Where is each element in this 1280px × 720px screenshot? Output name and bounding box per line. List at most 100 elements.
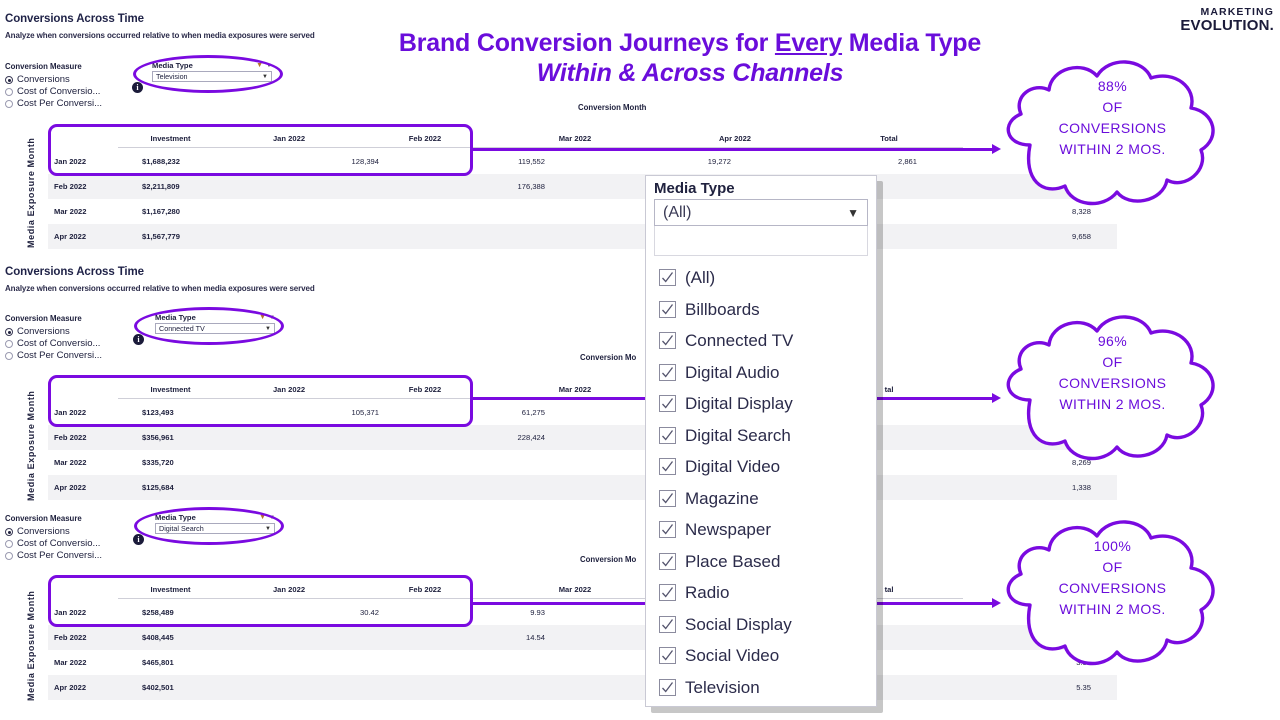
dropdown-item-digital-video[interactable]: Digital Video	[646, 451, 876, 483]
callout-cloud-text: 88% OF CONVERSIONS WITHIN 2 MOS.	[985, 76, 1240, 160]
table-row[interactable]: Mar 2022 $335,720 162,099 8,269	[48, 450, 1117, 475]
checkbox-checked-icon[interactable]	[659, 458, 676, 476]
table-row[interactable]: Apr 2022 $125,684 1,338	[48, 475, 1117, 500]
table-row[interactable]: Apr 2022 $402,501 5.35	[48, 675, 1117, 700]
radio-cost-per-conversion[interactable]: Cost Per Conversi...	[5, 350, 102, 362]
dropdown-item-television[interactable]: Television	[646, 672, 876, 704]
table-row[interactable]: Feb 2022 $408,445 14.54 8.54 3.12	[48, 625, 1117, 650]
table-row[interactable]: Mar 2022 $465,801 13.00 3.36	[48, 650, 1117, 675]
checkbox-checked-icon[interactable]	[659, 363, 676, 381]
media-type-dropdown[interactable]: Media Type (All) ▼ (All) Billboards Conn…	[645, 175, 877, 707]
cell-feb: 176,388	[517, 182, 545, 191]
radio-icon[interactable]	[5, 328, 13, 336]
table-row[interactable]: Apr 2022 $1,567,779 9,658	[48, 224, 1117, 249]
radio-label: Conversions	[17, 74, 70, 85]
conversion-measure-radiogroup[interactable]: Conversions Cost of Conversio... Cost Pe…	[5, 326, 102, 362]
info-icon[interactable]: i	[132, 82, 143, 93]
radio-conversions[interactable]: Conversions	[5, 526, 102, 538]
radio-label: Conversions	[17, 326, 70, 337]
conversion-measure-radiogroup[interactable]: Conversions Cost of Conversio... Cost Pe…	[5, 74, 102, 110]
radio-cost-of-conversion[interactable]: Cost of Conversio...	[5, 86, 102, 98]
cell-total: 9,658	[1071, 232, 1091, 241]
panel-title: Conversions Across Time	[5, 13, 144, 25]
radio-icon[interactable]	[5, 352, 13, 360]
cell-feb	[405, 475, 571, 500]
radio-cost-per-conversion[interactable]: Cost Per Conversi...	[5, 550, 102, 562]
dropdown-option-list[interactable]: (All) Billboards Connected TV Digital Au…	[646, 258, 876, 709]
checkbox-checked-icon[interactable]	[659, 521, 676, 539]
radio-icon[interactable]	[5, 88, 13, 96]
callout-cloud-2: 96% OF CONVERSIONS WITHIN 2 MOS.	[985, 305, 1240, 470]
dropdown-item-place-based[interactable]: Place Based	[646, 546, 876, 578]
dropdown-item-digital-display[interactable]: Digital Display	[646, 388, 876, 420]
dropdown-item-label: Billboards	[685, 299, 760, 319]
checkbox-checked-icon[interactable]	[659, 300, 676, 318]
cell-total: 5.35	[1076, 683, 1091, 692]
dropdown-item-social-video[interactable]: Social Video	[646, 640, 876, 672]
table-row[interactable]: Mar 2022 $1,167,280 139,950 8,328	[48, 199, 1117, 224]
table-row[interactable]: Feb 2022 $2,211,809 176,388 126,867 3,70…	[48, 174, 1117, 199]
radio-cost-of-conversion[interactable]: Cost of Conversio...	[5, 338, 102, 350]
callout-line3: CONVERSIONS	[1058, 120, 1167, 136]
checkbox-checked-icon[interactable]	[659, 552, 676, 570]
dropdown-item-digital-audio[interactable]: Digital Audio	[646, 357, 876, 389]
checkbox-checked-icon[interactable]	[659, 584, 676, 602]
conversion-month-header: Conversion Month	[578, 103, 647, 112]
dropdown-item-connected-tv[interactable]: Connected TV	[646, 325, 876, 357]
checkbox-checked-icon[interactable]	[659, 332, 676, 350]
dropdown-item-radio[interactable]: Radio	[646, 577, 876, 609]
cell-feb	[405, 450, 571, 475]
radio-icon[interactable]	[5, 100, 13, 108]
cell-investment: $2,211,809	[142, 182, 180, 191]
checkbox-checked-icon[interactable]	[659, 269, 676, 287]
checkbox-checked-icon[interactable]	[659, 647, 676, 665]
checkbox-checked-icon[interactable]	[659, 489, 676, 507]
dropdown-item-label: Digital Video	[685, 457, 781, 477]
radio-cost-of-conversion[interactable]: Cost of Conversio...	[5, 538, 102, 550]
dropdown-item-all[interactable]: (All)	[646, 262, 876, 294]
dropdown-item-billboards[interactable]: Billboards	[646, 294, 876, 326]
callout-line2: OF	[1102, 99, 1123, 115]
radio-label: Cost Per Conversi...	[17, 98, 102, 109]
cell-jan	[247, 224, 405, 249]
cell-jan	[247, 425, 405, 450]
chevron-down-icon[interactable]: ▼	[847, 206, 859, 220]
dropdown-item-magazine[interactable]: Magazine	[646, 483, 876, 515]
checkbox-checked-icon[interactable]	[659, 615, 676, 633]
table-row[interactable]: Feb 2022 $356,961 228,424 95,697 8,806	[48, 425, 1117, 450]
dropdown-item-newspaper[interactable]: Newspaper	[646, 514, 876, 546]
radio-cost-per-conversion[interactable]: Cost Per Conversi...	[5, 98, 102, 110]
callout-cloud-text: 96% OF CONVERSIONS WITHIN 2 MOS.	[985, 331, 1240, 415]
dropdown-search-input[interactable]	[654, 226, 868, 256]
dropdown-item-digital-search[interactable]: Digital Search	[646, 420, 876, 452]
checkbox-checked-icon[interactable]	[659, 395, 676, 413]
radio-icon[interactable]	[5, 528, 13, 536]
cell-investment: $1,567,779	[142, 232, 181, 241]
checkbox-checked-icon[interactable]	[659, 426, 676, 444]
dropdown-item-social-display[interactable]: Social Display	[646, 609, 876, 641]
cell-jan	[247, 475, 405, 500]
radio-icon[interactable]	[5, 340, 13, 348]
cell-jan	[247, 675, 405, 700]
callout-line4: WITHIN 2 MOS.	[1059, 396, 1166, 412]
cell-jan: 128,394	[351, 157, 379, 166]
callout-line4: WITHIN 2 MOS.	[1059, 141, 1166, 157]
dropdown-item-label: Television	[685, 677, 760, 697]
info-icon[interactable]: i	[133, 334, 144, 345]
table-row[interactable]: Jan 2022 $123,493 105,371 61,275 3,245 0…	[48, 400, 1117, 425]
radio-icon[interactable]	[5, 76, 13, 84]
radio-icon[interactable]	[5, 552, 13, 560]
cell-investment: $356,961	[142, 433, 174, 442]
radio-icon[interactable]	[5, 540, 13, 548]
radio-conversions[interactable]: Conversions	[5, 74, 102, 86]
radio-conversions[interactable]: Conversions	[5, 326, 102, 338]
dropdown-select[interactable]: (All) ▼	[654, 199, 868, 226]
cell-month: Feb 2022	[54, 433, 87, 442]
callout-cloud-text: 100% OF CONVERSIONS WITHIN 2 MOS.	[985, 536, 1240, 620]
radio-label: Cost of Conversio...	[17, 86, 101, 97]
callout-line3: CONVERSIONS	[1058, 580, 1167, 596]
callout-line2: OF	[1102, 354, 1123, 370]
checkbox-checked-icon[interactable]	[659, 678, 676, 696]
conversion-measure-radiogroup[interactable]: Conversions Cost of Conversio... Cost Pe…	[5, 526, 102, 562]
info-icon[interactable]: i	[133, 534, 144, 545]
